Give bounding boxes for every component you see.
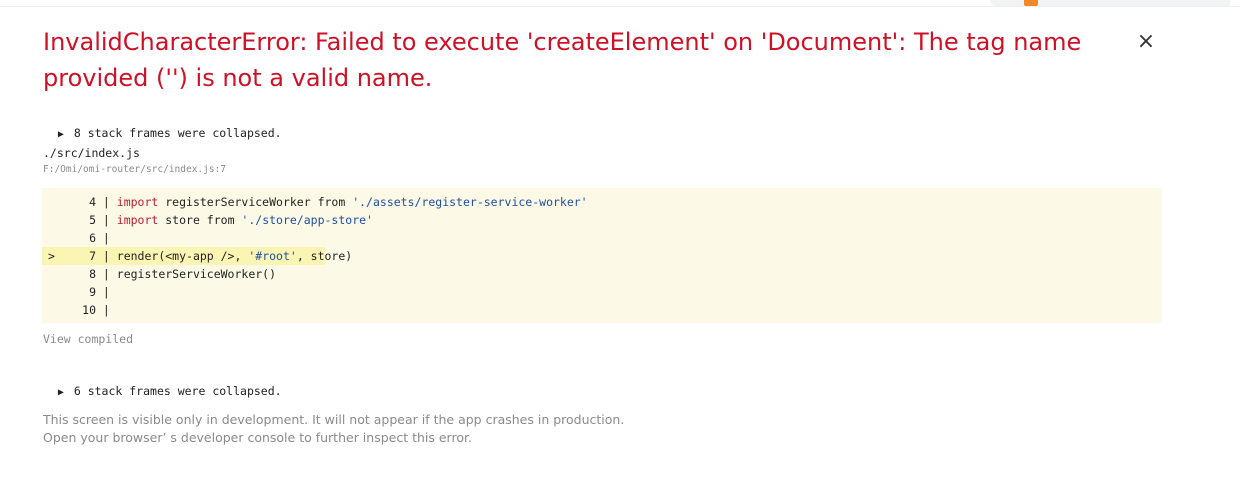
- line-number: 8: [89, 267, 96, 281]
- code-keyword: import: [116, 213, 159, 227]
- view-compiled-link[interactable]: View compiled: [43, 331, 133, 347]
- code-string: './assets/register-service-worker': [352, 195, 588, 209]
- code-line: 4 | import registerServiceWorker from '.…: [42, 193, 588, 211]
- code-string: './store/app-store': [241, 213, 373, 227]
- browser-top-edge: [0, 0, 1240, 8]
- line-marker: >: [48, 249, 55, 263]
- code-line-highlighted: >7 | render(<my-app />, '#root', store): [42, 247, 352, 265]
- line-number: 6: [89, 231, 96, 245]
- line-number: 4: [89, 195, 96, 209]
- collapsed-frames-label: 6 stack frames were collapsed.: [73, 384, 282, 398]
- code-string: '#root': [248, 249, 297, 263]
- gutter-separator: |: [96, 267, 117, 281]
- gutter-separator: |: [96, 249, 117, 263]
- stack-frame-location[interactable]: F:/Omi/omi-router/src/index.js:7: [43, 163, 226, 176]
- footer-note-line-2: Open your browser’ s developer console t…: [43, 430, 472, 445]
- code-text: render(<my-app />,: [116, 249, 249, 263]
- divider: [0, 6, 1240, 7]
- error-title: InvalidCharacterError: Failed to execute…: [43, 28, 1082, 92]
- code-snippet: 4 | import registerServiceWorker from '.…: [42, 188, 1162, 323]
- close-icon[interactable]: ×: [1134, 30, 1158, 54]
- gutter-separator: |: [96, 285, 117, 299]
- code-text: registerServiceWorker from: [158, 195, 353, 209]
- gutter-separator: |: [96, 303, 117, 317]
- code-line: 9 |: [42, 283, 117, 301]
- footer-note-line-1: This screen is visible only in developme…: [43, 412, 625, 427]
- stack-frame-path: ./src/index.js: [43, 146, 140, 160]
- line-number: 7: [89, 249, 96, 263]
- line-number: 10: [82, 303, 96, 317]
- code-line: 6 |: [42, 229, 117, 247]
- code-line: 10 |: [42, 301, 117, 319]
- collapsed-frames-label: 8 stack frames were collapsed.: [73, 126, 282, 140]
- collapsed-frames-toggle-top[interactable]: ▶ 8 stack frames were collapsed.: [44, 109, 282, 143]
- triangle-right-icon: ▶: [57, 387, 64, 398]
- line-number: 5: [89, 213, 96, 227]
- code-text: , store): [296, 249, 353, 263]
- gutter-separator: |: [96, 231, 117, 245]
- code-line: 8 | registerServiceWorker(): [42, 265, 276, 283]
- code-text: registerServiceWorker(): [116, 267, 277, 281]
- code-keyword: import: [116, 195, 159, 209]
- gutter-separator: |: [96, 213, 117, 227]
- line-number: 9: [89, 285, 96, 299]
- code-line: 5 | import store from './store/app-store…: [42, 211, 373, 229]
- collapsed-frames-toggle-bottom[interactable]: ▶ 6 stack frames were collapsed.: [44, 367, 282, 401]
- triangle-right-icon: ▶: [57, 129, 64, 140]
- code-text: store from: [158, 213, 242, 227]
- gutter-separator: |: [96, 195, 117, 209]
